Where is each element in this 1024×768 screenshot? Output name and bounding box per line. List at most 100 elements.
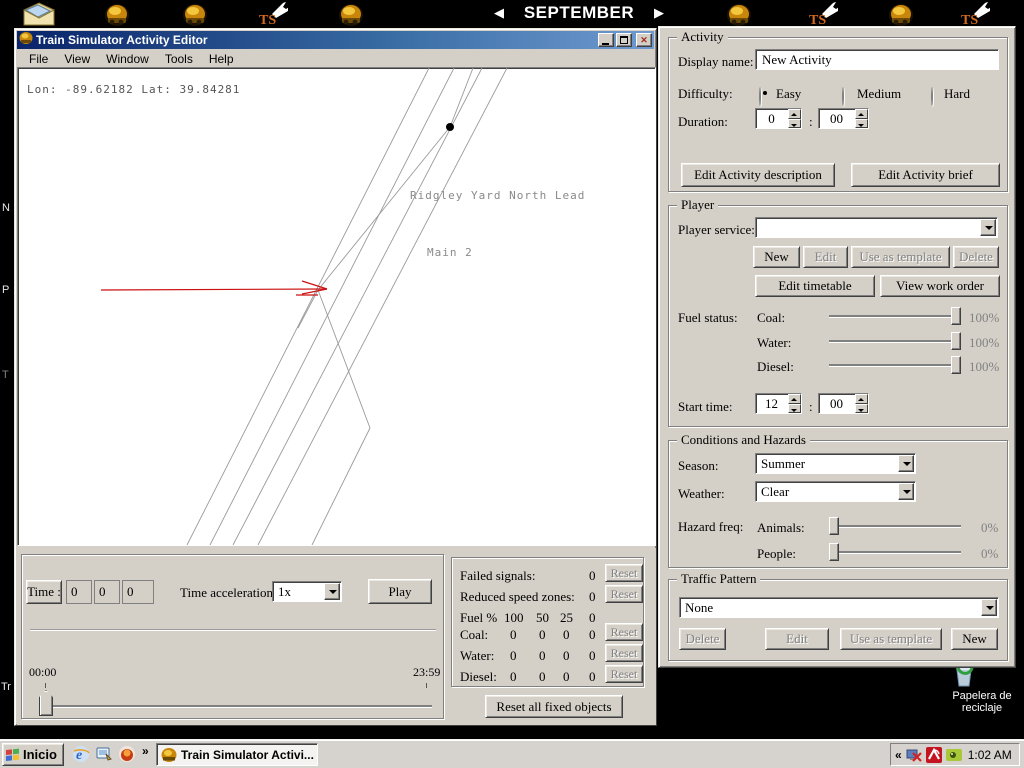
reset-all-fixed-objects-button[interactable]: Reset all fixed objects	[485, 695, 623, 718]
chevron-down-icon[interactable]	[898, 483, 914, 500]
spin-down-icon[interactable]	[855, 119, 868, 129]
view-work-order-button[interactable]: View work order	[880, 275, 1000, 297]
player-use-as-template-button[interactable]: Use as template	[851, 246, 950, 268]
duration-hours-value: 0	[756, 111, 787, 127]
duration-minutes-spinner[interactable]: 00	[818, 108, 869, 129]
simulation-control-panel: Time : 0 0 0 Time acceleration 1x Play 0…	[17, 548, 656, 725]
route-map-viewport[interactable]: Lon: -89.62182 Lat: 39.84281 Ridgley Yar…	[17, 67, 656, 546]
traffic-delete-button[interactable]: Delete	[679, 628, 726, 650]
difficulty-medium-radio[interactable]	[842, 87, 844, 106]
time-label: Time :	[26, 580, 62, 604]
ie-quicklaunch-icon[interactable]: e	[72, 745, 90, 763]
minimize-button[interactable]	[598, 33, 614, 47]
tray-chevron[interactable]: «	[895, 748, 902, 762]
difficulty-hard-radio[interactable]	[931, 87, 933, 106]
season-select[interactable]: Summer	[755, 453, 916, 474]
reset-diesel-button[interactable]: Reset	[605, 665, 643, 683]
quicklaunch-app-icon[interactable]	[118, 745, 136, 763]
time-acceleration-select[interactable]: 1x	[272, 581, 342, 602]
weather-select[interactable]: Clear	[755, 481, 916, 502]
menu-tools[interactable]: Tools	[157, 51, 201, 67]
player-edit-button[interactable]: Edit	[803, 246, 848, 268]
calendar-prev-arrow[interactable]: ◀	[494, 5, 504, 21]
player-service-select[interactable]	[755, 217, 998, 238]
time-hours-field[interactable]: 0	[66, 580, 92, 604]
timeline-track[interactable]	[40, 705, 432, 707]
spin-up-icon[interactable]	[855, 394, 868, 404]
water-slider[interactable]	[829, 332, 961, 350]
title-bar[interactable]: Train Simulator Activity Editor ✕	[17, 31, 654, 49]
spin-up-icon[interactable]	[855, 109, 868, 119]
reset-failed-signals-button[interactable]: Reset	[605, 564, 643, 582]
menu-window[interactable]: Window	[98, 51, 157, 67]
spin-up-icon[interactable]	[788, 109, 801, 119]
calendar-next-arrow[interactable]: ▶	[654, 5, 664, 21]
diesel-v100: 0	[510, 669, 517, 685]
people-slider[interactable]	[829, 543, 961, 561]
task-button-train-simulator[interactable]: Train Simulator Activi...	[156, 743, 318, 766]
fuel-col-25: 25	[560, 610, 573, 626]
menu-view[interactable]: View	[56, 51, 98, 67]
player-service-label: Player service:	[678, 222, 755, 238]
time-minutes-field[interactable]: 0	[94, 580, 120, 604]
network-disconnected-icon[interactable]	[906, 747, 922, 763]
player-new-button[interactable]: New	[753, 246, 800, 268]
close-button[interactable]: ✕	[636, 33, 652, 47]
edit-activity-description-button[interactable]: Edit Activity description	[681, 163, 835, 187]
start-button[interactable]: Inicio	[2, 743, 64, 766]
traffic-pattern-select[interactable]: None	[679, 597, 999, 618]
start-button-label: Inicio	[23, 747, 57, 762]
timeline-thumb[interactable]	[39, 690, 53, 716]
spin-up-icon[interactable]	[788, 394, 801, 404]
coal-slider[interactable]	[829, 307, 961, 325]
time-acceleration-value: 1x	[278, 584, 291, 600]
duration-hours-spinner[interactable]: 0	[755, 108, 802, 129]
chevron-down-icon[interactable]	[981, 599, 997, 616]
maximize-button[interactable]	[616, 33, 632, 47]
coal-v100: 0	[510, 627, 517, 643]
traffic-use-as-template-button[interactable]: Use as template	[840, 628, 942, 650]
difficulty-medium-label[interactable]: Medium	[857, 86, 901, 102]
difficulty-hard-label[interactable]: Hard	[944, 86, 970, 102]
volume-tray-icon[interactable]	[946, 747, 962, 763]
timeline-start-label: 00:00	[29, 665, 56, 680]
reset-water-button[interactable]: Reset	[605, 644, 643, 662]
display-name-label: Display name:	[678, 54, 753, 70]
animals-slider[interactable]	[829, 517, 961, 535]
display-name-input[interactable]: New Activity	[755, 49, 999, 70]
reset-reduced-speed-button[interactable]: Reset	[605, 585, 643, 603]
tray-clock[interactable]: 1:02 AM	[968, 748, 1012, 762]
quicklaunch-overflow-chevron[interactable]: »	[142, 744, 149, 758]
menu-file[interactable]: File	[21, 51, 56, 67]
reset-coal-button[interactable]: Reset	[605, 623, 643, 641]
traffic-edit-button[interactable]: Edit	[765, 628, 829, 650]
water-v50: 0	[539, 648, 546, 664]
diesel-percent: 100%	[969, 359, 999, 375]
chevron-down-icon[interactable]	[980, 219, 996, 236]
spin-down-icon[interactable]	[788, 404, 801, 414]
edit-activity-brief-button[interactable]: Edit Activity brief	[851, 163, 1000, 187]
chevron-down-icon[interactable]	[898, 455, 914, 472]
show-desktop-icon[interactable]	[95, 745, 113, 763]
start-minutes-spinner[interactable]: 00	[818, 393, 869, 414]
antivirus-icon[interactable]	[926, 747, 942, 763]
diesel-slider[interactable]	[829, 356, 961, 374]
start-minutes-value: 00	[819, 396, 854, 412]
fuel-header-label: Fuel %	[460, 610, 497, 626]
difficulty-easy-label[interactable]: Easy	[776, 86, 801, 102]
chevron-down-icon[interactable]	[324, 583, 340, 600]
weather-value: Clear	[761, 484, 789, 500]
play-button[interactable]: Play	[368, 579, 432, 604]
menu-help[interactable]: Help	[201, 51, 242, 67]
system-tray: « 1:02 AM	[890, 743, 1020, 766]
traffic-new-button[interactable]: New	[951, 628, 998, 650]
edit-timetable-button[interactable]: Edit timetable	[755, 275, 875, 297]
difficulty-easy-radio[interactable]	[759, 87, 761, 106]
time-seconds-field[interactable]: 0	[122, 580, 154, 604]
start-hours-spinner[interactable]: 12	[755, 393, 802, 414]
player-delete-button[interactable]: Delete	[953, 246, 999, 268]
spin-down-icon[interactable]	[788, 119, 801, 129]
spin-down-icon[interactable]	[855, 404, 868, 414]
people-slider-label: People:	[757, 546, 796, 562]
recycle-bin-label[interactable]: Papelera de reciclaje	[920, 690, 1024, 714]
